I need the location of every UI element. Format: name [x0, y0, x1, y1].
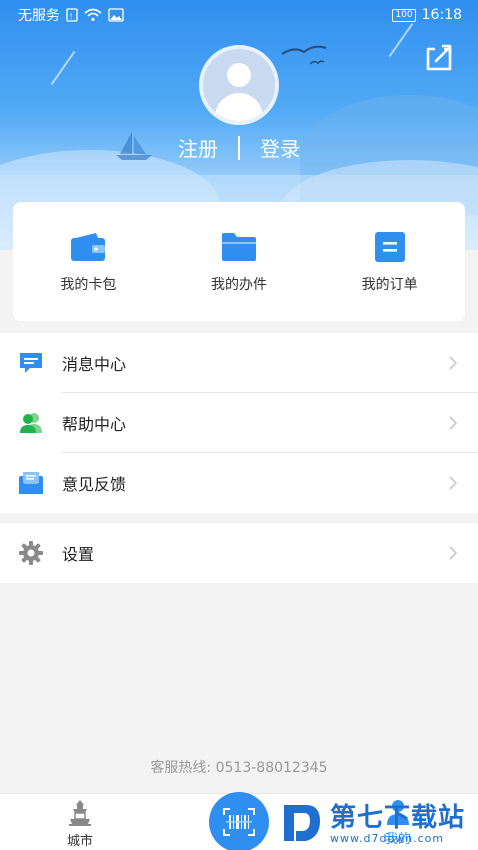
city-landmark-icon [69, 800, 91, 826]
menu-item-label: 消息中心 [62, 355, 127, 374]
menu-item-help-center[interactable]: 帮助中心 [0, 393, 478, 453]
feedback-mail-icon [19, 472, 43, 494]
wifi-icon [84, 8, 102, 22]
tab-city-label: 城市 [66, 834, 93, 849]
d7-logo-icon [284, 805, 320, 841]
default-avatar-icon [227, 63, 251, 87]
scan-button[interactable] [209, 792, 269, 850]
avatar-body-shape [215, 93, 263, 121]
watermark-url: www.d7down.com [330, 831, 445, 845]
chevron-right-icon [449, 416, 458, 430]
bird-icon [281, 45, 327, 65]
feedback-icon-wrapper [18, 470, 44, 496]
auth-divider [238, 135, 240, 160]
order-icon [374, 232, 405, 262]
shortcut-label: 我的订单 [361, 277, 418, 293]
shortcut-my-cases[interactable]: 我的办件 [164, 202, 315, 321]
chevron-right-icon [449, 356, 458, 370]
shortcut-label: 我的办件 [211, 277, 267, 293]
battery-indicator: 100 [392, 8, 416, 22]
register-link[interactable]: 注册 [178, 133, 218, 162]
menu-list: 消息中心 帮助中心 意见反馈 [0, 333, 478, 513]
chevron-right-icon [449, 546, 458, 560]
login-link[interactable]: 登录 [260, 133, 300, 162]
watermark-title: 第七下载站 [330, 802, 466, 833]
carrier-text: 无服务 [18, 8, 60, 24]
settings-list: 设置 [0, 523, 478, 583]
auth-links: 注册 登录 [0, 133, 478, 162]
svg-text:!: ! [70, 12, 73, 21]
menu-item-settings[interactable]: 设置 [0, 523, 478, 583]
menu-item-label: 意见反馈 [62, 475, 127, 494]
shortcut-card: 我的卡包 我的办件 我的订单 [13, 202, 465, 321]
menu-item-label: 设置 [62, 545, 95, 564]
menu-item-feedback[interactable]: 意见反馈 [0, 453, 478, 513]
menu-item-label: 帮助中心 [62, 415, 127, 434]
shortcut-card-wallet[interactable]: 我的卡包 [13, 202, 164, 321]
sim-icon: ! [66, 8, 78, 22]
shortcut-my-orders[interactable]: 我的订单 [314, 202, 465, 321]
share-icon [426, 44, 452, 71]
menu-item-message-center[interactable]: 消息中心 [0, 333, 478, 393]
gear-icon [19, 541, 43, 565]
folder-icon [222, 233, 256, 261]
wallet-icon [71, 233, 106, 261]
message-icon-wrapper [18, 350, 44, 376]
people-icon [20, 413, 42, 433]
watermark-logo: 第七下载站 www.d7down.com [282, 800, 472, 848]
people-icon-wrapper [18, 410, 44, 436]
service-hotline: 客服热线: 0513-88012345 [150, 760, 328, 776]
tab-city[interactable]: 城市 [48, 798, 112, 849]
share-button[interactable] [422, 42, 456, 76]
header-streak-decoration [50, 51, 76, 85]
shortcut-label: 我的卡包 [60, 277, 117, 293]
image-notification-icon [108, 8, 124, 22]
gear-icon-wrapper [18, 540, 44, 566]
message-icon [20, 353, 42, 373]
status-bar: 无服务 ! 100 16:18 [0, 0, 478, 30]
scan-icon [223, 808, 255, 836]
avatar[interactable] [199, 45, 279, 125]
chevron-right-icon [449, 476, 458, 490]
clock-text: 16:18 [421, 7, 462, 23]
